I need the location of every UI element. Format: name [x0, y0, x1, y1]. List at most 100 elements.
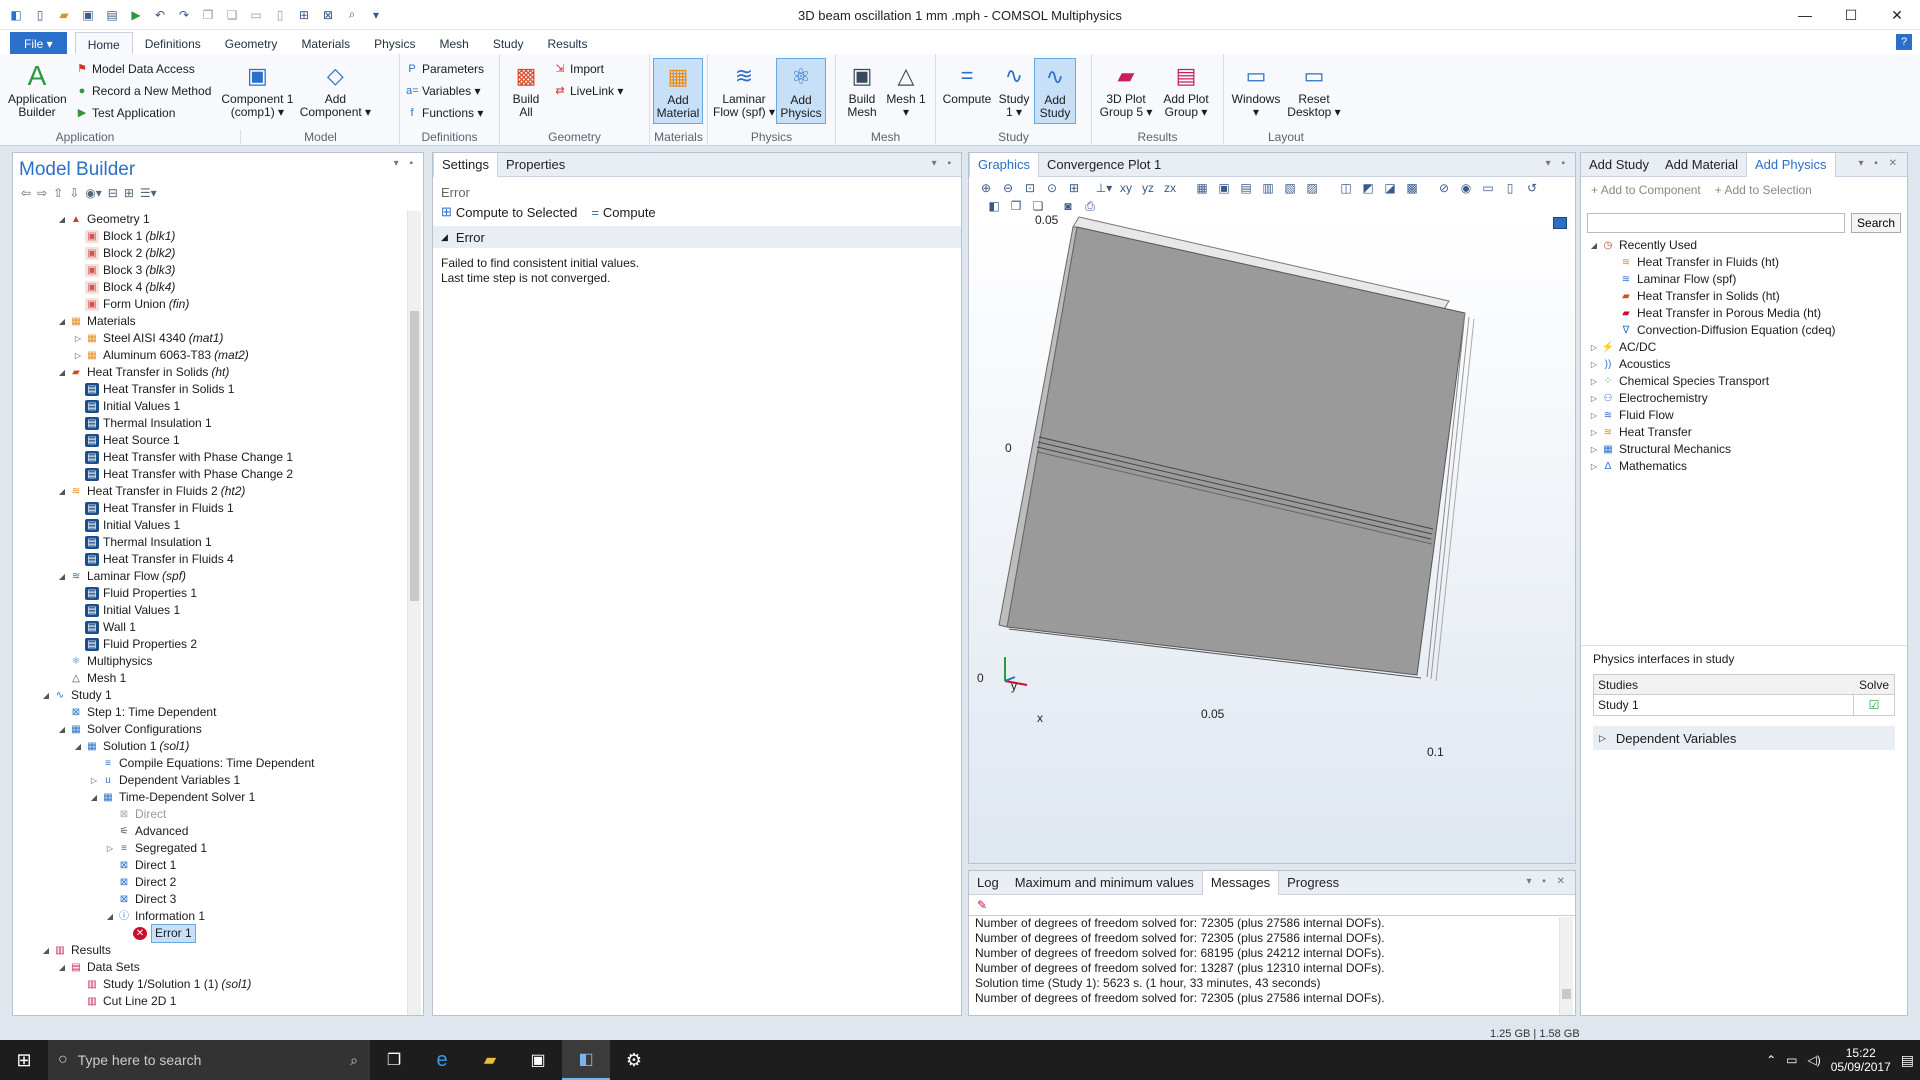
expand-arrow-icon[interactable]: ◢ [57, 959, 67, 976]
tab-mesh[interactable]: Mesh [427, 32, 480, 54]
select-all-icon[interactable]: ⊞ [294, 5, 314, 25]
import-button[interactable]: ⇲ Import [554, 60, 623, 78]
tree-node[interactable]: ▤ Heat Transfer in Fluids 4 [13, 551, 405, 568]
scroll-thumb[interactable] [1562, 989, 1571, 999]
copy-icon[interactable]: ❐ [198, 5, 218, 25]
tree-node[interactable]: ◢ ▲ Geometry 1 [13, 211, 405, 228]
transparency-icon[interactable]: ◩ [1359, 181, 1377, 195]
delete-icon[interactable]: ▯ [270, 5, 290, 25]
tree-node[interactable]: ▷ ▦ Aluminum 6063-T83 (mat2) [13, 347, 405, 364]
tree-node[interactable]: ◢ ∿ Study 1 [13, 687, 405, 704]
expand-arrow-icon[interactable]: ◢ [57, 721, 67, 738]
select-boundaries-icon[interactable]: ▤ [1237, 181, 1255, 195]
physics-tree-item[interactable]: ∇ Convection-Diffusion Equation (cdeq) [1589, 322, 1907, 339]
tree-node[interactable]: ◢ ▦ Solution 1 (sol1) [13, 738, 405, 755]
tab-properties[interactable]: Properties [498, 153, 573, 177]
tab-messages[interactable]: Messages [1201, 870, 1280, 895]
physics-tree-item[interactable]: ▰ Heat Transfer in Solids (ht) [1589, 288, 1907, 305]
redo-icon[interactable]: ↷ [174, 5, 194, 25]
tab-definitions[interactable]: Definitions [133, 32, 213, 54]
screenshot-icon[interactable]: ◙ [1059, 199, 1077, 213]
livelink-button[interactable]: ⇄ LiveLink ▾ [554, 82, 623, 100]
clear-selection-icon[interactable]: ⊘ [1435, 181, 1453, 195]
zoom-box-icon[interactable]: ⊡ [1021, 181, 1039, 195]
solve-checkbox[interactable]: ☑ [1854, 695, 1894, 715]
expand-arrow-icon[interactable]: ▷ [73, 347, 83, 364]
tree-node[interactable]: △ Mesh 1 [13, 670, 405, 687]
physics-tree-item[interactable]: ▷)) Acoustics [1589, 356, 1907, 373]
tab-materials[interactable]: Materials [289, 32, 362, 54]
graphics-canvas[interactable]: 0.05 0 0 0.05 0.1 y x [969, 213, 1575, 863]
add-to-component-button[interactable]: + Add to Component [1591, 183, 1701, 197]
table-row[interactable]: Study 1 ☑ [1594, 695, 1894, 715]
paste-icon[interactable]: ▭ [246, 5, 266, 25]
parameters-button[interactable]: P Parameters [406, 60, 484, 78]
graphics-options-icon[interactable] [1553, 217, 1567, 229]
tree-node[interactable]: ⚛ Multiphysics [13, 653, 405, 670]
tree-node[interactable]: ▥ Cut Line 2D 1 [13, 993, 405, 1010]
add-physics-button[interactable]: ⚛ Add Physics [776, 58, 826, 124]
tab-add-study[interactable]: Add Study [1581, 153, 1657, 177]
run-icon[interactable]: ▶ [126, 5, 146, 25]
tree-node[interactable]: ⚟ Advanced [13, 823, 405, 840]
tree-node[interactable]: ▤ Initial Values 1 [13, 517, 405, 534]
tree-node[interactable]: ✕ Error 1 [13, 924, 405, 943]
tab-convergence-plot[interactable]: Convergence Plot 1 [1039, 153, 1169, 177]
tree-node[interactable]: ◢ ▰ Heat Transfer in Solids (ht) [13, 364, 405, 381]
tab-log[interactable]: Log [969, 871, 1007, 895]
tree-node[interactable]: ◢ ≋ Heat Transfer in Fluids 2 (ht2) [13, 483, 405, 500]
tree-node[interactable]: ≡ Compile Equations: Time Dependent [13, 755, 405, 772]
tree-node[interactable]: ▷ ≡ Segregated 1 [13, 840, 405, 857]
physics-tree-item[interactable]: ▷ ⁘ Chemical Species Transport [1589, 373, 1907, 390]
tab-progress[interactable]: Progress [1279, 871, 1347, 895]
record-method-button[interactable]: ● Record a New Method [76, 82, 212, 100]
expand-arrow-icon[interactable]: ▷ [1589, 356, 1599, 373]
expand-arrow-icon[interactable]: ◢ [57, 483, 67, 500]
scroll-thumb[interactable] [410, 311, 419, 601]
zoom-selected-icon[interactable]: ⊙ [1043, 181, 1061, 195]
test-application-button[interactable]: ▶ Test Application [76, 104, 211, 122]
tree-node[interactable]: ▤ Heat Transfer with Phase Change 2 [13, 466, 405, 483]
zoom-out-icon[interactable]: ⊖ [999, 181, 1017, 195]
model-tree-scrollbar[interactable] [407, 211, 421, 1015]
tree-node[interactable]: ▣ Block 4 (blk4) [13, 279, 405, 296]
expand-arrow-icon[interactable]: ▷ [73, 330, 83, 347]
tree-node[interactable]: ◢ ▦ Solver Configurations [13, 721, 405, 738]
tree-node[interactable]: ▤ Thermal Insulation 1 [13, 534, 405, 551]
maximize-button[interactable]: ☐ [1828, 0, 1874, 30]
expand-arrow-icon[interactable]: ◢ [73, 738, 83, 755]
panel-controls[interactable]: ▾ ▪ [1546, 158, 1569, 169]
default-view-icon[interactable]: ▭ [1479, 181, 1497, 195]
scene-light-icon[interactable]: ◫ [1337, 181, 1355, 195]
select-edges-icon[interactable]: ▥ [1259, 181, 1277, 195]
physics-tree-item[interactable]: ▷ ⚡ AC/DC [1589, 339, 1907, 356]
physics-search-input[interactable] [1587, 213, 1846, 233]
variables-button[interactable]: a= Variables ▾ [406, 82, 484, 100]
expand-arrow-icon[interactable]: ▷ [105, 840, 115, 857]
expand-arrow-icon[interactable]: ◢ [89, 789, 99, 806]
print-icon[interactable]: ⎙ [1081, 199, 1099, 213]
wireframe-icon[interactable]: ◪ [1381, 181, 1399, 195]
tree-node[interactable]: ▤ Initial Values 1 [13, 602, 405, 619]
expand-arrow-icon[interactable]: ▷ [1589, 373, 1599, 390]
tab-geometry[interactable]: Geometry [213, 32, 290, 54]
more-icon[interactable]: ▾ [366, 5, 386, 25]
task-view-icon[interactable]: ❐ [370, 1050, 418, 1070]
tree-node[interactable]: ⊠ Direct 3 [13, 891, 405, 908]
tab-results[interactable]: Results [536, 32, 600, 54]
clock[interactable]: 15:22 05/09/2017 [1831, 1046, 1891, 1074]
tree-node[interactable]: ⊠ Step 1: Time Dependent [13, 704, 405, 721]
tree-node[interactable]: ◢ ≋ Laminar Flow (spf) [13, 568, 405, 585]
functions-button[interactable]: f Functions ▾ [406, 104, 484, 122]
panel-controls[interactable]: ▾ ▪ ✕ [1859, 158, 1902, 169]
chevron-up-icon[interactable]: ⌃ [1766, 1053, 1776, 1067]
tab-graphics[interactable]: Graphics [969, 152, 1040, 177]
physics-tree-item[interactable]: ▰ Heat Transfer in Porous Media (ht) [1589, 305, 1907, 322]
perspective-icon[interactable]: ▯ [1501, 181, 1519, 195]
show-icon[interactable]: ◉▾ [85, 186, 102, 200]
grid-icon[interactable]: ▩ [1403, 181, 1421, 195]
move-up-icon[interactable]: ⇧ [53, 186, 63, 200]
close-button[interactable]: ✕ [1874, 0, 1920, 30]
expand-arrow-icon[interactable]: ◢ [1589, 237, 1599, 254]
physics-tree-item[interactable]: ▷ ≋ Heat Transfer [1589, 424, 1907, 441]
